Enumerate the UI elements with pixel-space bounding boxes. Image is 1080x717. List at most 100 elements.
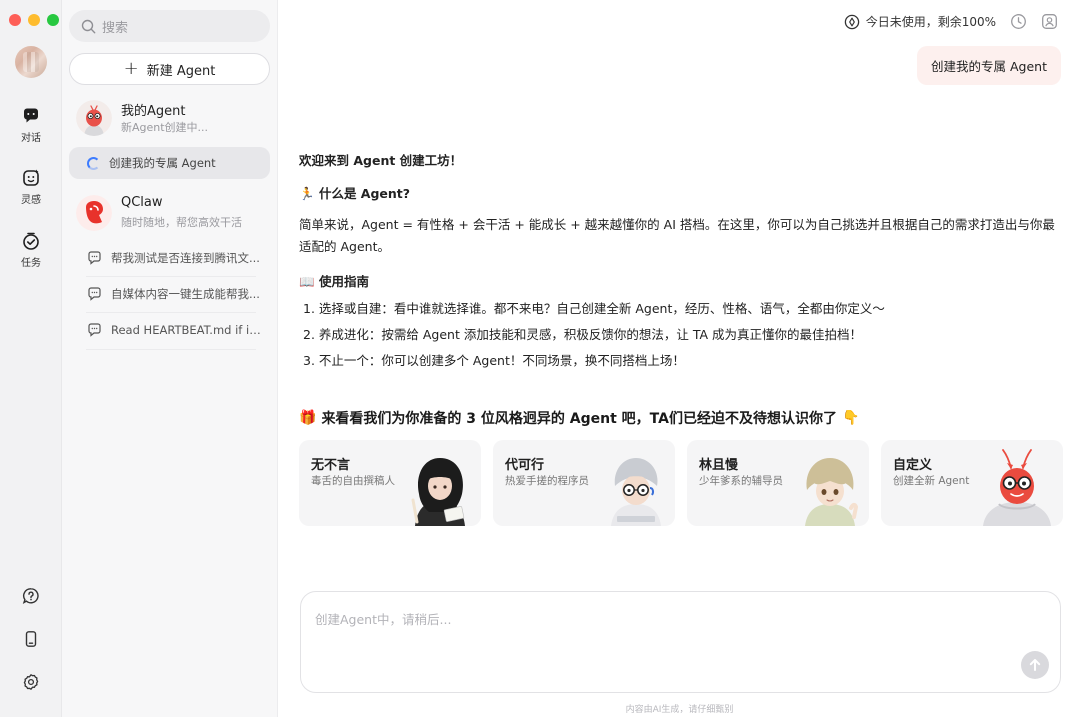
arrow-up-icon bbox=[1029, 659, 1041, 671]
ai-disclaimer: 内容由AI生成，请仔细甄别 bbox=[625, 705, 734, 715]
new-agent-label: 新建 Agent bbox=[146, 63, 216, 79]
task-icon bbox=[23, 232, 39, 250]
window-controls bbox=[9, 14, 59, 26]
new-agent-button[interactable]: + 新建 Agent bbox=[69, 53, 270, 85]
agent-card-desc: 少年爹系的辅导员 bbox=[699, 475, 783, 487]
guide-list: 1. 选择或自建：看中谁就选择谁。都不来电？自己创建全新 Agent，经历、性格… bbox=[299, 296, 1064, 374]
agent-subtitle: 新Agent创建中... bbox=[121, 121, 209, 134]
chat-icon bbox=[24, 108, 38, 123]
help-icon bbox=[22, 588, 39, 605]
rail-label-chat: 对话 bbox=[21, 133, 41, 144]
session-item[interactable]: Read HEARTBEAT.md if it... bbox=[69, 312, 270, 348]
guide-item: 1. 选择或自建：看中谁就选择谁。都不来电？自己创建全新 Agent，经历、性格… bbox=[303, 301, 885, 316]
search-placeholder: 搜索 bbox=[102, 20, 129, 36]
agent-card-custom[interactable]: 自定义 创建全新 Agent bbox=[881, 440, 1063, 526]
agent-card-desc: 热爱手搓的程序员 bbox=[505, 475, 589, 487]
help-button[interactable] bbox=[0, 587, 62, 609]
pointing-down-emoji-icon: 👇 bbox=[841, 410, 860, 426]
phone-icon bbox=[25, 631, 37, 647]
running-emoji-icon: 🏃 bbox=[299, 186, 315, 201]
agent-card-name: 无不言 bbox=[311, 458, 351, 473]
session-item-active[interactable]: 创建我的专属 Agent bbox=[69, 147, 270, 179]
agent-subtitle: 随时随地，帮您高效干活 bbox=[121, 216, 242, 229]
agent-card-desc: 毒舌的自由撰稿人 bbox=[311, 475, 395, 487]
nav-rail: 对话 灵感 任务 bbox=[0, 0, 62, 717]
minimize-window-button[interactable] bbox=[28, 14, 40, 26]
guide-heading-text: 使用指南 bbox=[318, 274, 369, 289]
what-is-heading: 🏃 什么是 Agent? bbox=[299, 183, 1064, 202]
agent-card-wubuyan[interactable]: 无不言 毒舌的自由撰稿人 bbox=[299, 440, 481, 526]
programmer-portrait-icon bbox=[611, 458, 661, 526]
session-title: 自媒体内容一键生成能帮我... bbox=[111, 287, 260, 301]
session-title: 帮我测试是否连接到腾讯文... bbox=[111, 251, 260, 265]
chat-bubble-icon bbox=[88, 287, 101, 301]
chat-bubble-icon bbox=[88, 251, 101, 265]
session-title: 创建我的专属 Agent bbox=[109, 156, 216, 170]
lobster-avatar bbox=[76, 100, 112, 136]
agent-name: 我的Agent bbox=[121, 104, 186, 119]
session-item[interactable]: 自媒体内容一键生成能帮我... bbox=[69, 276, 270, 312]
guide-heading: 📖 使用指南 bbox=[299, 271, 1064, 290]
gear-icon bbox=[23, 674, 39, 690]
agent-card-linqieman[interactable]: 林且慢 少年爹系的辅导员 bbox=[687, 440, 869, 526]
gift-emoji-icon: 🎁 bbox=[299, 410, 317, 426]
chat-composer[interactable]: 创建Agent中，请稍后... bbox=[300, 591, 1061, 693]
user-message-text: 创建我的专属 Agent bbox=[931, 59, 1047, 74]
what-is-body: 简单来说，Agent = 有性格 + 会干活 + 能成长 + 越来越懂你的 AI… bbox=[299, 214, 1064, 258]
user-message-bubble: 创建我的专属 Agent bbox=[917, 46, 1061, 85]
search-input[interactable]: 搜索 bbox=[69, 10, 270, 42]
session-title: Read HEARTBEAT.md if it... bbox=[111, 323, 261, 337]
agent-card-desc: 创建全新 Agent bbox=[893, 475, 970, 487]
agent-name: QClaw bbox=[121, 195, 163, 210]
guide-item: 3. 不止一个：你可以创建多个 Agent！不同场景，换不同搭档上场！ bbox=[303, 353, 685, 368]
guide-section: 📖 使用指南 bbox=[299, 271, 1064, 290]
chat-bubble-icon bbox=[88, 323, 101, 337]
close-window-button[interactable] bbox=[9, 14, 21, 26]
settings-button[interactable] bbox=[0, 673, 62, 695]
lobster-mascot-icon bbox=[983, 449, 1051, 526]
qclaw-logo bbox=[76, 195, 112, 231]
rail-item-chat[interactable]: 对话 bbox=[0, 106, 62, 144]
guide-item: 2. 养成进化：按需给 Agent 添加技能和灵感，积极反馈你的想法，让 TA … bbox=[303, 327, 863, 342]
user-avatar[interactable] bbox=[15, 46, 47, 78]
quota-icon bbox=[844, 14, 859, 29]
rail-item-task[interactable]: 任务 bbox=[0, 231, 62, 269]
writer-portrait-icon bbox=[411, 458, 465, 526]
session-sidebar: 搜索 + 新建 Agent 我的Agent 新Agent创建中... 创建我的专… bbox=[62, 0, 278, 717]
loading-spinner-icon bbox=[87, 156, 100, 170]
plus-icon: + bbox=[123, 58, 139, 79]
gallery-title-text: 来看看我们为你准备的 3 位风格迥异的 Agent 吧，TA们已经迫不及待想认识… bbox=[321, 411, 837, 427]
book-emoji-icon: 📖 bbox=[299, 274, 315, 289]
agent-card-name: 自定义 bbox=[893, 458, 933, 473]
agent-card-name: 代可行 bbox=[505, 458, 545, 473]
agent-item-my-agent[interactable]: 我的Agent 新Agent创建中... bbox=[76, 100, 272, 140]
session-item[interactable]: 帮我测试是否连接到腾讯文... bbox=[69, 240, 270, 276]
chat-main: 今日未使用，剩余100% 创建我的专属 Agent 欢迎来到 Agent 创建工… bbox=[279, 0, 1080, 717]
zoom-window-button[interactable] bbox=[47, 14, 59, 26]
history-icon[interactable] bbox=[1010, 13, 1027, 30]
top-bar: 今日未使用，剩余100% bbox=[844, 13, 1058, 30]
mobile-button[interactable] bbox=[0, 630, 62, 652]
assistant-message: 欢迎来到 Agent 创建工坊！ bbox=[299, 150, 1064, 169]
rail-label-inspiration: 灵感 bbox=[21, 195, 41, 206]
divider bbox=[86, 349, 256, 350]
what-is-heading-text: 什么是 Agent? bbox=[318, 186, 411, 201]
inspiration-icon bbox=[23, 169, 39, 186]
rail-label-task: 任务 bbox=[21, 258, 41, 269]
what-is-section: 🏃 什么是 Agent? bbox=[299, 183, 1064, 202]
search-icon bbox=[81, 19, 96, 33]
welcome-heading: 欢迎来到 Agent 创建工坊！ bbox=[299, 153, 463, 168]
usage-indicator[interactable]: 今日未使用，剩余100% bbox=[844, 13, 996, 30]
usage-text: 今日未使用，剩余100% bbox=[865, 15, 996, 29]
agent-card-daikexing[interactable]: 代可行 热爱手搓的程序员 bbox=[493, 440, 675, 526]
what-is-paragraph: 简单来说，Agent = 有性格 + 会干活 + 能成长 + 越来越懂你的 AI… bbox=[299, 217, 1055, 254]
agent-item-qclaw[interactable]: QClaw 随时随地，帮您高效干活 bbox=[76, 195, 272, 235]
send-button[interactable] bbox=[1021, 651, 1049, 679]
profile-icon[interactable] bbox=[1041, 13, 1058, 30]
agent-card-list: 无不言 毒舌的自由撰稿人 代可行 热爱手搓的程序员 林且慢 少年爹系的辅导员 自… bbox=[299, 440, 1063, 526]
rail-item-inspiration[interactable]: 灵感 bbox=[0, 168, 62, 206]
agent-card-name: 林且慢 bbox=[699, 458, 739, 473]
agent-gallery-title: 🎁 来看看我们为你准备的 3 位风格迥异的 Agent 吧，TA们已经迫不及待想… bbox=[299, 408, 859, 428]
composer-placeholder: 创建Agent中，请稍后... bbox=[315, 612, 452, 627]
counselor-portrait-icon bbox=[805, 458, 859, 526]
